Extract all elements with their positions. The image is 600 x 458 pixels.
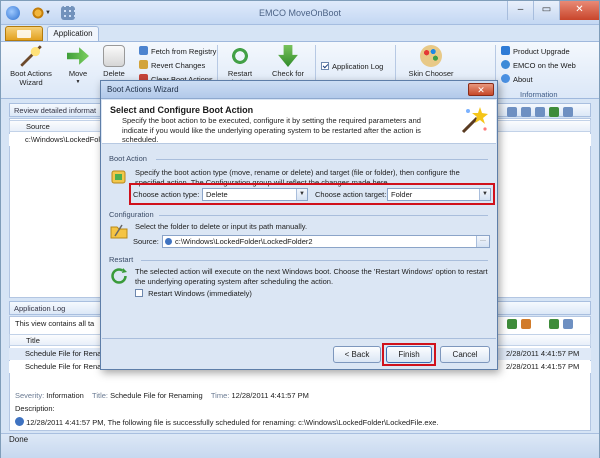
row-path: c:\Windows\LockedFold: [25, 135, 105, 144]
restart-windows-option[interactable]: Restart Windows (immediately): [135, 287, 252, 300]
fetch-from-registry-button[interactable]: Fetch from Registry: [139, 46, 216, 56]
palette-icon: [420, 45, 442, 67]
log-row-time: 2/28/2011 4:41:57 PM: [506, 362, 580, 371]
info-icon: [15, 417, 24, 426]
dialog-title: Boot Actions Wizard: [107, 85, 179, 94]
description-time: 12/28/2011 4:41:57 PM,: [26, 418, 106, 427]
file-menu-icon: [17, 30, 31, 38]
move-label: Move: [68, 69, 88, 78]
log-edit-icon[interactable]: [521, 319, 531, 329]
revert-icon: [139, 60, 148, 69]
product-upgrade-label: Product Upgrade: [513, 47, 570, 56]
product-upgrade-button[interactable]: Product Upgrade: [501, 46, 570, 56]
log-layout-icon[interactable]: [563, 319, 573, 329]
configuration-section-label: Configuration: [109, 210, 154, 219]
move-dropdown-icon: ▼: [75, 79, 81, 85]
application-log-description: This view contains all ta: [15, 319, 95, 328]
boot-action-icon: [111, 170, 126, 184]
boot-actions-wizard-label: Boot Actions Wizard: [10, 69, 52, 87]
application-log-checkbox[interactable]: [321, 62, 329, 70]
severity-value: Information: [46, 391, 84, 400]
dialog-header-subtitle: Specify the boot action to be executed, …: [122, 116, 421, 144]
maximize-button[interactable]: ▭: [533, 1, 559, 20]
minimize-button[interactable]: –: [507, 1, 533, 20]
status-bar: Done: [1, 433, 599, 458]
web-icon: [501, 60, 510, 69]
description-label: Description:: [15, 404, 55, 413]
boot-action-section-label: Boot Action: [109, 154, 147, 163]
expand-icon[interactable]: [563, 107, 573, 117]
delete-icon: [103, 45, 125, 67]
description-line: 12/28/2011 4:41:57 PM, The following fil…: [15, 416, 439, 428]
boot-actions-wizard-button[interactable]: Boot Actions Wizard: [7, 45, 55, 87]
restart-icon: [229, 45, 251, 67]
about-label: About: [513, 75, 533, 84]
skin-chooser-label: Skin Chooser: [408, 69, 454, 78]
log-details-summary: Severity: Information Title: Schedule Fi…: [15, 391, 309, 401]
ribbon-tabs: Application: [1, 25, 599, 41]
application-log-label: Application Log: [332, 62, 384, 71]
dialog-close-button[interactable]: ✕: [468, 83, 494, 96]
file-menu-button[interactable]: [5, 26, 43, 41]
log-columns-icon[interactable]: [549, 319, 559, 329]
fetch-from-registry-label: Fetch from Registry: [151, 47, 217, 56]
dialog-header-title: Select and Configure Boot Action: [110, 105, 254, 115]
source-path-input[interactable]: c:\Windows\LockedFolder\LockedFolder2 ··…: [162, 235, 490, 248]
restart-windows-checkbox[interactable]: [135, 289, 143, 297]
delete-button[interactable]: Delete: [99, 45, 129, 78]
move-button[interactable]: Move ▼: [63, 45, 93, 87]
time-label: Time:: [210, 391, 230, 400]
title-value: Schedule File for Renaming: [110, 391, 203, 400]
configuration-description: Select the folder to delete or input its…: [135, 222, 308, 231]
close-button[interactable]: ✕: [559, 1, 599, 20]
log-filter-icon[interactable]: [507, 319, 517, 329]
info-icon: [165, 238, 172, 245]
columns-icon[interactable]: [521, 107, 531, 117]
log-row-title: Schedule File for Rena: [25, 349, 102, 358]
title-label: Title:: [92, 391, 108, 400]
restart-icon: [111, 268, 127, 284]
wand-icon: [20, 45, 42, 67]
wizard-wand-icon: [461, 107, 488, 134]
folder-config-icon: [110, 224, 128, 239]
move-arrow-icon: [67, 47, 89, 65]
revert-changes-label: Revert Changes: [151, 61, 206, 70]
upgrade-icon: [501, 46, 510, 55]
group-icon[interactable]: [535, 107, 545, 117]
emco-on-the-web-label: EMCO on the Web: [513, 61, 576, 70]
restart-section-label: Restart: [109, 255, 134, 264]
filter-icon[interactable]: [549, 107, 559, 117]
registry-icon: [139, 46, 148, 55]
severity-label: Severity:: [15, 391, 45, 400]
source-label: Source:: [133, 237, 159, 246]
back-button[interactable]: < Back: [333, 346, 381, 363]
delete-label: Delete: [103, 69, 125, 78]
tab-application[interactable]: Application: [47, 26, 99, 41]
source-path-value: c:\Windows\LockedFolder\LockedFolder2: [175, 237, 313, 246]
log-row-title: Schedule File for Rena: [25, 362, 102, 371]
dialog-header: Select and Configure Boot Action Specify…: [102, 100, 496, 144]
browse-button[interactable]: ···: [476, 236, 489, 247]
restart-windows-checkbox-label: Restart Windows (immediately): [148, 289, 252, 298]
group-label-information: Information: [520, 90, 558, 99]
log-row-time: 2/28/2011 4:41:57 PM: [506, 349, 580, 358]
status-text: Done: [9, 435, 29, 444]
boot-actions-wizard-dialog: Boot Actions Wizard ✕ Select and Configu…: [100, 80, 498, 370]
highlight-box-action-fields: [129, 183, 495, 205]
description-text: The following file is successfully sched…: [107, 418, 439, 427]
about-button[interactable]: About: [501, 74, 533, 84]
restart-description: The selected action will execute on the …: [135, 267, 488, 286]
cancel-button[interactable]: Cancel: [440, 346, 490, 363]
highlight-box-finish: [382, 343, 436, 366]
revert-changes-button[interactable]: Revert Changes: [139, 60, 205, 70]
dialog-title-bar: Boot Actions Wizard ✕: [101, 81, 497, 99]
application-log-toggle[interactable]: Application Log: [321, 62, 383, 71]
layout-icon[interactable]: [507, 107, 517, 117]
emco-on-the-web-button[interactable]: EMCO on the Web: [501, 60, 576, 70]
time-value: 12/28/2011 4:41:57 PM: [231, 391, 309, 400]
updates-icon: [278, 45, 298, 67]
title-bar: ▼ EMCO MoveOnBoot – ▭ ✕: [1, 1, 599, 25]
info-icon: [501, 74, 510, 83]
